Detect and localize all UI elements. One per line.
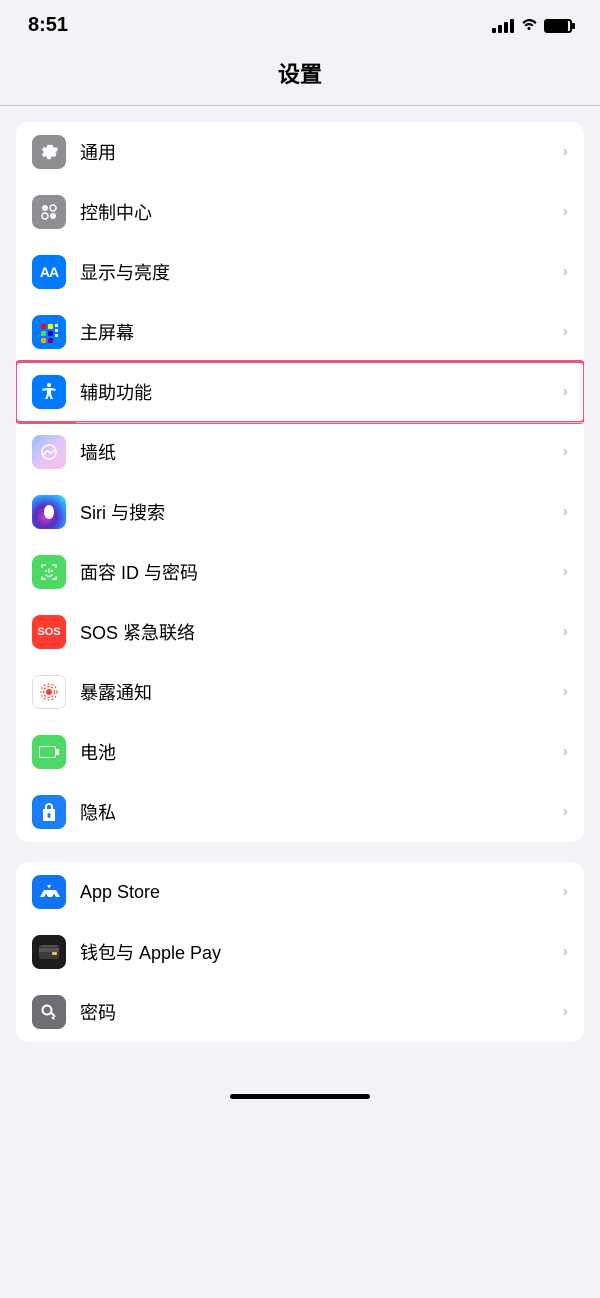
chevron-icon: › bbox=[563, 743, 568, 761]
chevron-icon: › bbox=[563, 563, 568, 581]
status-bar: 8:51 bbox=[0, 0, 600, 47]
battery-settings-icon bbox=[32, 735, 66, 769]
chevron-icon: › bbox=[563, 263, 568, 281]
appstore-label: App Store bbox=[80, 882, 563, 903]
sos-label: SOS 紧急联络 bbox=[80, 619, 563, 645]
battery-icon bbox=[544, 19, 572, 33]
baolu-label: 暴露通知 bbox=[80, 679, 563, 705]
status-icons bbox=[492, 16, 572, 35]
chevron-icon: › bbox=[563, 143, 568, 161]
settings-item-siri[interactable]: Siri 与搜索 › bbox=[16, 482, 584, 542]
wifi-icon bbox=[520, 16, 538, 35]
qiangzhi-label: 墙纸 bbox=[80, 439, 563, 465]
signal-icon bbox=[492, 19, 514, 33]
accessibility-icon bbox=[32, 375, 66, 409]
settings-group-1: 通用 › 控制中心 › AA 显示与亮度 › bbox=[16, 122, 584, 842]
chevron-icon: › bbox=[563, 443, 568, 461]
mianyong-label: 面容 ID 与密码 bbox=[80, 559, 563, 585]
control-center-icon bbox=[32, 195, 66, 229]
siri-label: Siri 与搜索 bbox=[80, 499, 563, 525]
chevron-icon: › bbox=[563, 203, 568, 221]
settings-item-qiangzhi[interactable]: 墙纸 › bbox=[16, 422, 584, 482]
faceid-icon bbox=[32, 555, 66, 589]
settings-item-sos[interactable]: SOS SOS 紧急联络 › bbox=[16, 602, 584, 662]
chevron-icon: › bbox=[563, 683, 568, 701]
chevron-icon: › bbox=[563, 1003, 568, 1021]
settings-item-mima[interactable]: 密码 › bbox=[16, 982, 584, 1042]
settings-item-tongyong[interactable]: 通用 › bbox=[16, 122, 584, 182]
status-time: 8:51 bbox=[28, 14, 68, 37]
chevron-icon: › bbox=[563, 943, 568, 961]
dianci-label: 电池 bbox=[80, 739, 563, 765]
settings-item-kongzhizhongxin[interactable]: 控制中心 › bbox=[16, 182, 584, 242]
mima-label: 密码 bbox=[80, 999, 563, 1025]
settings-group-2: App Store › 钱包与 Apple Pay › 密码 › bbox=[16, 862, 584, 1042]
privacy-icon bbox=[32, 795, 66, 829]
chevron-icon: › bbox=[563, 383, 568, 401]
xianshi-label: 显示与亮度 bbox=[80, 259, 563, 285]
settings-item-zhupingmu[interactable]: 主屏幕 › bbox=[16, 302, 584, 362]
wallet-icon bbox=[32, 935, 66, 969]
appstore-icon bbox=[32, 875, 66, 909]
siri-icon bbox=[32, 495, 66, 529]
chevron-icon: › bbox=[563, 503, 568, 521]
settings-item-mianyong[interactable]: 面容 ID 与密码 › bbox=[16, 542, 584, 602]
settings-item-yinsi[interactable]: 隐私 › bbox=[16, 782, 584, 842]
chevron-icon: › bbox=[563, 623, 568, 641]
settings-item-fuzhu[interactable]: 辅助功能 › bbox=[16, 362, 584, 422]
chevron-icon: › bbox=[563, 323, 568, 341]
kongzhizhongxin-label: 控制中心 bbox=[80, 199, 563, 225]
homescreen-icon bbox=[32, 315, 66, 349]
home-indicator bbox=[230, 1094, 370, 1099]
page-title: 设置 bbox=[0, 47, 600, 105]
sos-icon: SOS bbox=[32, 615, 66, 649]
gear-icon bbox=[32, 135, 66, 169]
settings-item-xianshi[interactable]: AA 显示与亮度 › bbox=[16, 242, 584, 302]
passwords-icon bbox=[32, 995, 66, 1029]
fuzhu-label: 辅助功能 bbox=[80, 379, 563, 405]
settings-item-baolu[interactable]: 暴露通知 › bbox=[16, 662, 584, 722]
zhupingmu-label: 主屏幕 bbox=[80, 319, 563, 345]
wallpaper-icon bbox=[32, 435, 66, 469]
exposure-icon bbox=[32, 675, 66, 709]
yinsi-label: 隐私 bbox=[80, 799, 563, 825]
wallet-label: 钱包与 Apple Pay bbox=[80, 939, 563, 965]
settings-item-wallet[interactable]: 钱包与 Apple Pay › bbox=[16, 922, 584, 982]
tongyong-label: 通用 bbox=[80, 139, 563, 165]
settings-item-dianci[interactable]: 电池 › bbox=[16, 722, 584, 782]
display-icon: AA bbox=[32, 255, 66, 289]
chevron-icon: › bbox=[563, 803, 568, 821]
chevron-icon: › bbox=[563, 883, 568, 901]
settings-item-appstore[interactable]: App Store › bbox=[16, 862, 584, 922]
